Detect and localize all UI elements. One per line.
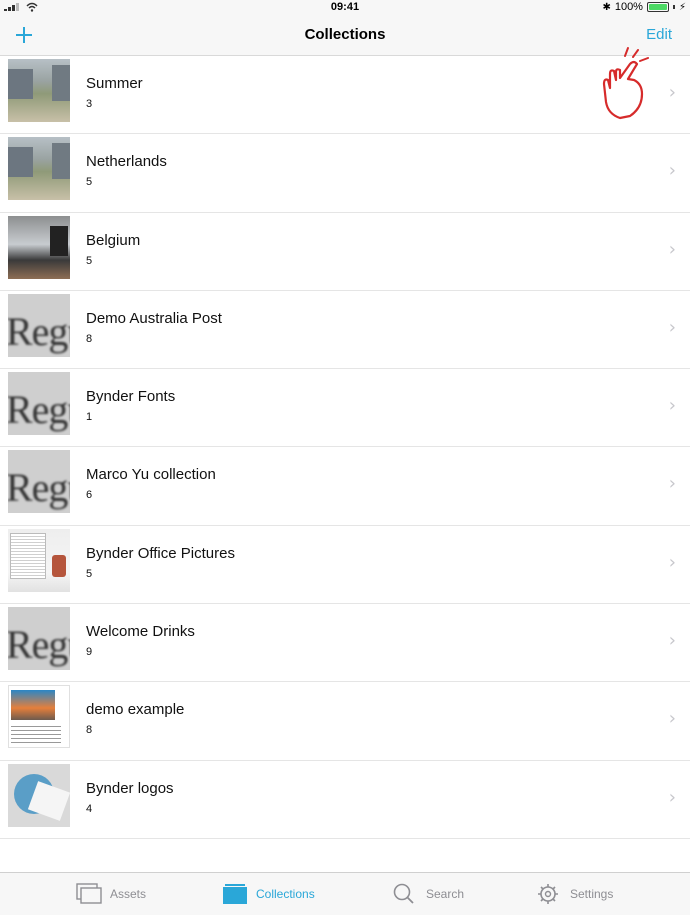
collection-row[interactable]: Bynder logos 4 › xyxy=(0,761,690,839)
collection-thumbnail xyxy=(8,763,70,827)
collection-thumbnail xyxy=(8,59,70,122)
battery-icon xyxy=(646,2,669,12)
chevron-right-icon: › xyxy=(668,82,676,103)
collection-thumbnail: Regu xyxy=(8,372,70,436)
tab-search[interactable]: Search xyxy=(392,873,464,915)
collection-row[interactable]: Regu Bynder Fonts 1 › xyxy=(0,369,690,448)
navigation-bar: Collections Edit xyxy=(0,14,690,56)
collection-name: Welcome Drinks xyxy=(86,623,195,641)
collection-count: 6 xyxy=(86,489,93,502)
thumbnail-image: Regu xyxy=(8,387,70,433)
collection-count: 8 xyxy=(86,724,93,737)
collection-name: Marco Yu collection xyxy=(86,466,216,484)
settings-icon xyxy=(538,884,558,904)
charging-icon: ⚡ xyxy=(678,1,686,13)
thumbnail-image: Regu xyxy=(8,622,70,668)
collection-count: 5 xyxy=(86,176,93,189)
collection-count: 5 xyxy=(86,567,93,580)
collection-thumbnail xyxy=(8,215,70,279)
collections-icon xyxy=(223,884,247,904)
collection-thumbnail xyxy=(8,137,70,201)
chevron-right-icon: › xyxy=(668,708,676,730)
collection-name: Summer xyxy=(86,75,143,92)
tab-label: Assets xyxy=(110,887,147,901)
tab-assets[interactable]: Assets xyxy=(76,873,146,915)
collection-name: Demo Australia Post xyxy=(86,309,222,327)
thumbnail-image: Regu xyxy=(8,308,70,354)
collection-row[interactable]: Summer 3 › xyxy=(0,56,690,135)
chevron-right-icon: › xyxy=(668,395,676,417)
tab-bar: Assets Collections Search Settings xyxy=(0,872,690,915)
collection-row[interactable]: Belgium 5 › xyxy=(0,213,690,291)
page-title: Collections xyxy=(304,26,386,43)
collection-count: 9 xyxy=(86,646,93,659)
collection-thumbnail xyxy=(8,685,70,749)
battery-cap xyxy=(672,5,675,9)
collection-row[interactable]: Regu Marco Yu collection 6 › xyxy=(0,447,690,526)
status-right: ✱ 100% ⚡ xyxy=(602,0,686,14)
tab-settings[interactable]: Settings xyxy=(536,873,613,915)
collection-name: Bynder Office Pictures xyxy=(86,544,235,562)
collection-thumbnail: Regu xyxy=(8,450,70,514)
tab-label: Collections xyxy=(256,887,315,901)
collection-name: Bynder Fonts xyxy=(86,388,176,406)
bluetooth-icon: ✱ xyxy=(602,1,611,13)
collection-count: 5 xyxy=(86,254,93,267)
collection-thumbnail: Regu xyxy=(8,293,70,357)
status-bar: 09:41 ✱ 100% ⚡ xyxy=(0,0,690,14)
collection-count: 3 xyxy=(86,98,93,110)
collection-row[interactable]: Regu Demo Australia Post 8 › xyxy=(0,291,690,370)
battery-percent: 100% xyxy=(614,1,643,13)
collection-count: 1 xyxy=(86,411,93,424)
chevron-right-icon: › xyxy=(668,238,676,260)
collections-list: Summer 3 › Netherlands 5 › Belgium 5 › R… xyxy=(0,56,690,839)
collection-row[interactable]: Bynder Office Pictures 5 › xyxy=(0,526,690,605)
collection-count: 8 xyxy=(86,332,93,345)
chevron-right-icon: › xyxy=(668,160,676,182)
collection-row[interactable]: Netherlands 5 › xyxy=(0,134,690,213)
tab-label: Search xyxy=(426,887,465,901)
collection-name: Bynder logos xyxy=(86,779,174,797)
assets-icon xyxy=(76,883,102,904)
collection-row[interactable]: demo example 8 › xyxy=(0,682,690,761)
collection-name: Netherlands xyxy=(86,153,167,171)
chevron-right-icon: › xyxy=(668,786,676,808)
collection-thumbnail xyxy=(8,528,70,592)
thumbnail-image: Regu xyxy=(8,465,70,511)
search-icon xyxy=(393,883,414,904)
tab-label: Settings xyxy=(570,887,614,901)
chevron-right-icon: › xyxy=(668,316,676,338)
collection-name: Belgium xyxy=(86,231,141,249)
clock: 09:41 xyxy=(330,1,360,13)
tap-hand-icon xyxy=(602,47,649,120)
collection-thumbnail: Regu xyxy=(8,607,70,671)
chevron-right-icon: › xyxy=(668,473,676,495)
chevron-right-icon: › xyxy=(668,551,676,573)
collection-count: 4 xyxy=(86,802,93,815)
tab-collections[interactable]: Collections xyxy=(222,873,315,915)
edit-button[interactable]: Edit xyxy=(646,26,672,43)
collection-row[interactable]: Regu Welcome Drinks 9 › xyxy=(0,604,690,683)
chevron-right-icon: › xyxy=(668,630,676,652)
collection-name: demo example xyxy=(86,701,185,719)
